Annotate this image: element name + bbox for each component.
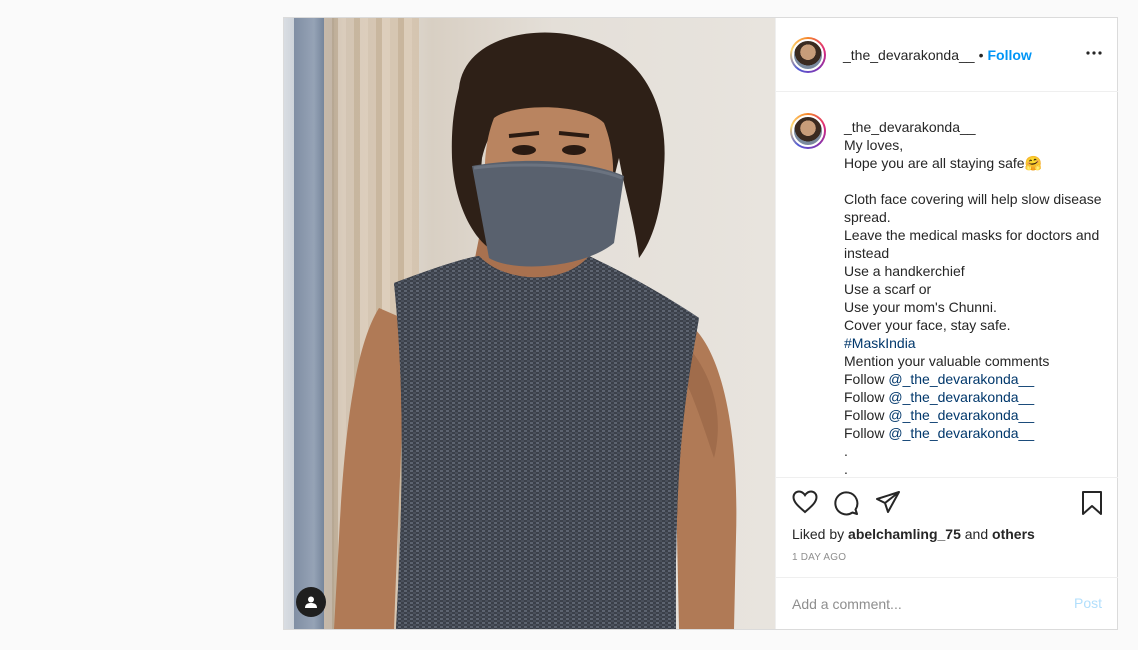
likes-summary: Liked by abelchamling_75 and others <box>792 526 1035 542</box>
caption-text: _the_devarakonda__ My loves, Hope you ar… <box>844 118 1109 477</box>
mention-link[interactable]: @_the_devarakonda__ <box>888 371 1034 387</box>
bookmark-icon[interactable] <box>1081 490 1103 516</box>
caption-line: Cloth face covering will help slow disea… <box>844 191 1102 225</box>
post-comment-button[interactable]: Post <box>1074 595 1102 611</box>
follow-prefix: Follow <box>844 371 889 387</box>
liked-prefix: Liked by <box>792 526 849 542</box>
follow-button[interactable]: Follow <box>987 47 1031 63</box>
avatar-image <box>792 115 824 147</box>
mention-link[interactable]: @_the_devarakonda__ <box>888 425 1034 441</box>
mention-link[interactable]: @_the_devarakonda__ <box>888 407 1034 423</box>
more-horizontal-icon[interactable] <box>1086 45 1102 61</box>
caption-line: My loves, <box>844 137 904 153</box>
caption-section: _the_devarakonda__ My loves, Hope you ar… <box>776 92 1118 477</box>
post-image[interactable] <box>284 18 775 629</box>
tagged-user-button[interactable] <box>296 587 326 617</box>
author-username[interactable]: _the_devarakonda__ <box>843 47 975 63</box>
caption-line: Cover your face, stay safe. <box>844 317 1011 333</box>
action-section: Liked by abelchamling_75 and others 1 DA… <box>776 477 1118 630</box>
hashtag-link[interactable]: #MaskIndia <box>844 334 1109 352</box>
comment-bar: Post <box>776 577 1118 631</box>
caption-line: Use a scarf or <box>844 281 932 297</box>
separator-dot: • <box>978 46 984 63</box>
avatar-image <box>792 38 824 71</box>
person-photo <box>334 32 737 629</box>
follow-line: Follow @_the_devarakonda__ <box>844 388 1109 406</box>
liked-others-link[interactable]: others <box>992 526 1035 542</box>
follow-line: Follow @_the_devarakonda__ <box>844 424 1109 442</box>
caption-line: Use a handkerchief <box>844 263 965 279</box>
liked-user-link[interactable]: abelchamling_75 <box>848 526 961 542</box>
follow-line: Follow @_the_devarakonda__ <box>844 406 1109 424</box>
caption-line-text: Hope you are all staying safe <box>844 155 1025 171</box>
post-timestamp[interactable]: 1 DAY AGO <box>792 552 846 563</box>
liked-and: and <box>960 526 993 542</box>
comment-input[interactable] <box>792 594 1052 614</box>
caption-line: Use your mom's Chunni. <box>844 299 997 315</box>
follow-prefix: Follow <box>844 407 889 423</box>
caption-username[interactable]: _the_devarakonda__ <box>844 118 1109 136</box>
user-icon <box>305 596 317 608</box>
heart-icon[interactable] <box>792 490 818 514</box>
follow-line: Follow @_the_devarakonda__ <box>844 370 1109 388</box>
caption-dot: . <box>844 443 848 459</box>
post-card: _the_devarakonda__ • Follow _the_devarak… <box>283 17 1118 630</box>
hugging-emoji: 🤗 <box>1024 155 1042 171</box>
mention-link[interactable]: @_the_devarakonda__ <box>888 389 1034 405</box>
follow-prefix: Follow <box>844 425 889 441</box>
share-icon[interactable] <box>875 490 901 514</box>
caption-line: Leave the medical masks for doctors and … <box>844 227 1100 261</box>
author-avatar[interactable] <box>790 36 826 73</box>
caption-avatar[interactable] <box>790 113 826 149</box>
caption-dot: . <box>844 461 848 477</box>
caption-line: Mention your valuable comments <box>844 353 1050 369</box>
caption-line: Hope you are all staying safe🤗 <box>844 154 1109 172</box>
post-header: _the_devarakonda__ • Follow <box>776 18 1118 92</box>
comment-icon[interactable] <box>833 490 859 516</box>
follow-prefix: Follow <box>844 389 889 405</box>
post-sidebar: _the_devarakonda__ • Follow _the_devarak… <box>775 18 1118 629</box>
